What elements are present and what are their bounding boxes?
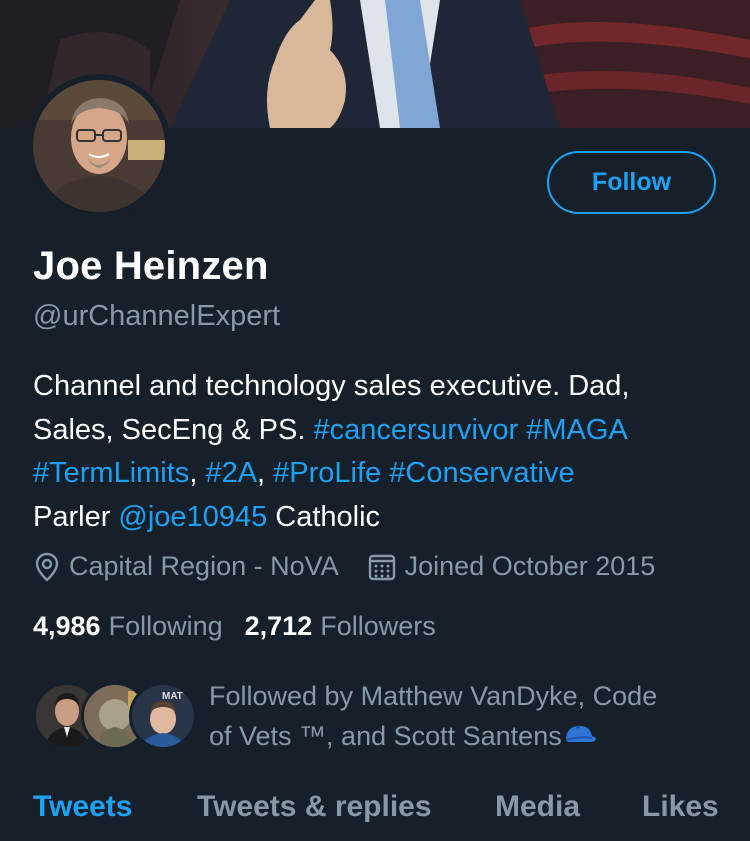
hashtag-link[interactable]: #TermLimits xyxy=(33,457,189,489)
following-count: 4,986 xyxy=(33,611,101,641)
tab-tweets[interactable]: Tweets xyxy=(33,790,132,824)
followed-by-names: of Vets ™, and Scott Santens xyxy=(209,721,562,751)
following-label: Following xyxy=(108,611,223,641)
bio-text: Parler xyxy=(33,500,119,533)
location-item: Capital Region - NoVA xyxy=(33,551,339,582)
followers-count: 2,712 xyxy=(244,611,313,641)
location-text: Capital Region - NoVA xyxy=(69,551,339,581)
hashtag-link[interactable]: #cancersurvivor xyxy=(313,414,518,446)
joined-text: Joined October 2015 xyxy=(404,551,656,581)
hashtag-link[interactable]: #2A xyxy=(205,457,257,489)
profile-name: Joe Heinzen xyxy=(33,244,269,288)
followed-by-line: Followed by Matthew VanDyke, Code xyxy=(209,681,658,711)
follow-button[interactable]: Follow xyxy=(547,151,716,214)
followers-label: Followers xyxy=(320,611,436,641)
avatar-photo xyxy=(33,80,165,212)
followed-by[interactable]: MAT Followed by Matthew VanDyke, Code of… xyxy=(33,676,723,756)
joined-item: Joined October 2015 xyxy=(367,551,656,582)
hashtag-link[interactable]: #MAGA xyxy=(526,414,628,446)
bio-line: #TermLimits, #2A, #ProLife #Conservative xyxy=(33,457,575,489)
profile-bio: Channel and technology sales executive. … xyxy=(33,365,723,539)
hashtag-link[interactable]: #ProLife xyxy=(273,457,381,489)
calendar-icon xyxy=(368,554,395,580)
tab-likes[interactable]: Likes xyxy=(642,790,719,824)
bio-line: Channel and technology sales executive. … xyxy=(33,365,723,409)
bio-line: Sales, SecEng & PS. #cancersurvivor #MAG… xyxy=(33,409,723,453)
mention-link[interactable]: @joe10945 xyxy=(118,501,267,533)
followers-stat[interactable]: 2,712 Followers xyxy=(245,611,436,642)
profile-stats: 4,986 Following 2,712 Followers xyxy=(33,611,436,642)
tab-media[interactable]: Media xyxy=(495,790,580,824)
bio-line: Parler @joe10945 Catholic xyxy=(33,496,723,540)
hashtag-link[interactable]: #Conservative xyxy=(389,457,574,489)
followed-by-avatars: MAT xyxy=(33,682,197,752)
following-stat[interactable]: 4,986 Following xyxy=(33,611,223,642)
profile-tabs: Tweets Tweets & replies Media Likes xyxy=(0,780,750,841)
location-pin-icon xyxy=(35,552,59,582)
svg-text:MAT: MAT xyxy=(162,691,183,702)
profile-meta: Capital Region - NoVA Joined October 201… xyxy=(33,551,655,582)
profile-handle: @urChannelExpert xyxy=(33,300,281,332)
blue-cap-emoji xyxy=(565,725,596,742)
followed-by-line: of Vets ™, and Scott Santens xyxy=(209,716,709,756)
tab-tweets-replies[interactable]: Tweets & replies xyxy=(197,790,432,824)
bio-text: Sales, SecEng & PS. xyxy=(33,413,314,446)
bio-text: Channel and technology sales executive. … xyxy=(33,370,630,402)
bio-text: Catholic xyxy=(267,500,381,533)
profile-avatar[interactable] xyxy=(27,74,171,218)
avatar: MAT xyxy=(129,682,197,750)
followed-by-text: Followed by Matthew VanDyke, Code of Vet… xyxy=(209,676,709,756)
